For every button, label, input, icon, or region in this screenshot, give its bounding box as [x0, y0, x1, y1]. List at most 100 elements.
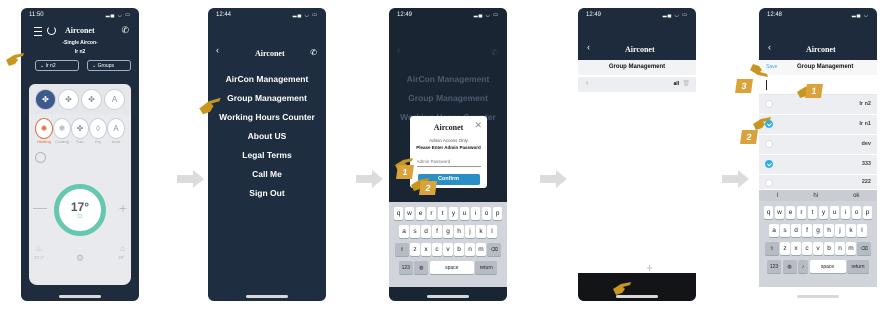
group-member-row[interactable]: 222	[759, 175, 877, 190]
space-key[interactable]: space	[809, 260, 846, 273]
key[interactable]: r	[426, 207, 437, 220]
key[interactable]: f	[432, 225, 442, 238]
menu-icon[interactable]	[34, 27, 42, 36]
key[interactable]: x	[421, 243, 431, 256]
key[interactable]: q	[393, 207, 404, 220]
key[interactable]: u	[829, 206, 840, 219]
key[interactable]: o	[851, 206, 862, 219]
return-key[interactable]: return	[847, 260, 869, 273]
menu-item-aircon-management[interactable]: AirCon Management	[208, 70, 326, 89]
fan-auto-button[interactable]: A	[104, 89, 125, 110]
suggestion[interactable]: hi	[813, 193, 818, 199]
key[interactable]: z	[780, 242, 790, 255]
dry-mode-button[interactable]: ◊	[89, 118, 107, 139]
shift-key-icon[interactable]: ⇧	[764, 242, 779, 255]
menu-item-group-management[interactable]: Group Management	[208, 89, 326, 108]
key[interactable]: l	[857, 224, 867, 237]
microphone-key-icon[interactable]: ♪	[798, 260, 808, 273]
key[interactable]: n	[835, 242, 845, 255]
key[interactable]: q	[763, 206, 774, 219]
key[interactable]: h	[824, 224, 834, 237]
power-icon[interactable]	[47, 26, 56, 35]
chat-icon[interactable]: ✆	[491, 48, 498, 57]
auto-mode-button[interactable]: A	[107, 118, 125, 139]
numbers-key[interactable]: 123	[767, 260, 781, 273]
key[interactable]: d	[791, 224, 801, 237]
key[interactable]: s	[780, 224, 790, 237]
trash-icon[interactable]: 🗑	[682, 80, 690, 87]
menu-item-call-me[interactable]: Call Me	[208, 165, 326, 184]
key[interactable]: k	[846, 224, 856, 237]
temperature-dial[interactable]: 17° ⏻	[54, 184, 106, 236]
key[interactable]: e	[785, 206, 796, 219]
globe-key-icon[interactable]: ◍	[782, 260, 797, 273]
group-row[interactable]: ‹ all 🗑	[578, 77, 696, 92]
key[interactable]: d	[421, 225, 431, 238]
key[interactable]: y	[818, 206, 829, 219]
back-icon[interactable]: ‹	[216, 45, 219, 55]
suggestion[interactable]: ok	[853, 193, 859, 199]
group-member-row[interactable]: 333	[759, 155, 877, 175]
key[interactable]: k	[476, 225, 486, 238]
checkbox[interactable]	[765, 179, 773, 187]
key[interactable]: e	[415, 207, 426, 220]
fan-speed-low-button[interactable]: ✤	[35, 89, 56, 110]
key[interactable]: j	[465, 225, 475, 238]
group-member-row[interactable]: dev	[759, 135, 877, 155]
key[interactable]: b	[454, 243, 464, 256]
key[interactable]: f	[802, 224, 812, 237]
key[interactable]: g	[443, 225, 453, 238]
fan-speed-mid-button[interactable]: ✤	[58, 89, 79, 110]
key[interactable]: j	[835, 224, 845, 237]
cooling-mode-button[interactable]: ❄	[53, 118, 71, 139]
key[interactable]: t	[437, 207, 448, 220]
key[interactable]: i	[840, 206, 851, 219]
return-key[interactable]: return	[475, 261, 498, 274]
key[interactable]: m	[846, 242, 856, 255]
key[interactable]: h	[454, 225, 464, 238]
timer-icon[interactable]	[35, 152, 46, 163]
key[interactable]: w	[404, 207, 415, 220]
backspace-key-icon[interactable]: ⌫	[487, 243, 502, 256]
key[interactable]: y	[448, 207, 459, 220]
key[interactable]: c	[802, 242, 812, 255]
close-icon[interactable]: ✕	[474, 120, 482, 131]
admin-password-input[interactable]	[416, 157, 481, 167]
menu-item-working-hours-counter[interactable]: Working Hours Counter	[208, 108, 326, 127]
group-member-row[interactable]: Ir n2	[759, 95, 877, 115]
key[interactable]: z	[410, 243, 420, 256]
key[interactable]: r	[796, 206, 807, 219]
menu-item-about-us[interactable]: About US	[208, 127, 326, 146]
checkbox-checked[interactable]	[765, 160, 773, 168]
back-icon[interactable]: ‹	[397, 45, 400, 55]
key[interactable]: x	[791, 242, 801, 255]
key[interactable]: t	[807, 206, 818, 219]
numbers-key[interactable]: 123	[398, 261, 413, 274]
globe-key-icon[interactable]: ◍	[414, 261, 429, 274]
key[interactable]: p	[492, 207, 503, 220]
back-icon[interactable]: ‹	[768, 42, 771, 52]
menu-item-legal-terms[interactable]: Legal Terms	[208, 146, 326, 165]
groups-select[interactable]: ⌄ Groups	[87, 60, 131, 71]
key[interactable]: b	[824, 242, 834, 255]
fan-mode-button[interactable]: ✤	[71, 118, 89, 139]
unit-select[interactable]: ⌄ Ir n2	[35, 60, 79, 71]
chat-icon[interactable]: ✆	[121, 25, 129, 36]
fan-speed-high-button[interactable]: ✤	[81, 89, 102, 110]
space-key[interactable]: space	[429, 261, 474, 274]
chat-icon[interactable]: ✆	[310, 48, 317, 57]
key[interactable]: n	[465, 243, 475, 256]
key[interactable]: i	[470, 207, 481, 220]
key[interactable]: a	[399, 225, 409, 238]
checkbox[interactable]	[765, 100, 773, 108]
menu-item-sign-out[interactable]: Sign Out	[208, 184, 326, 203]
key[interactable]: l	[487, 225, 497, 238]
checkbox[interactable]	[765, 140, 773, 148]
key[interactable]: g	[813, 224, 823, 237]
key[interactable]: a	[769, 224, 779, 237]
heating-mode-button[interactable]: ✺	[35, 118, 53, 139]
key[interactable]: s	[410, 225, 420, 238]
increase-temp-button[interactable]: +	[119, 201, 127, 215]
back-icon[interactable]: ‹	[587, 42, 590, 52]
shift-key-icon[interactable]: ⇧	[394, 243, 409, 256]
